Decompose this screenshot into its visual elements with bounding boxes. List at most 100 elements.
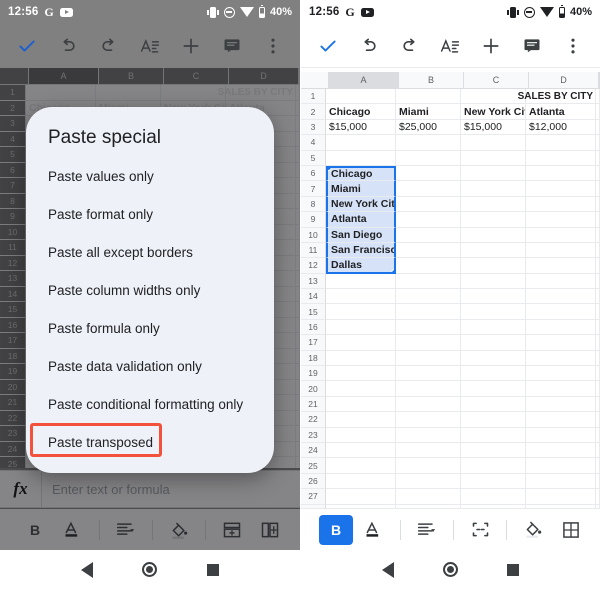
cell-E11[interactable] [596,243,600,258]
spreadsheet-grid[interactable]: ABCD1SALES BY CITY2ChicagoMiamiNew York … [301,72,600,508]
cell-A19[interactable] [326,366,396,381]
menu-item-paste-values-only[interactable]: Paste values only [26,157,274,195]
cell-C26[interactable] [461,474,526,489]
row-header-21[interactable]: 21 [301,397,326,412]
cell-C5[interactable] [461,151,526,166]
row-header-17[interactable]: 17 [301,335,326,350]
cell-D5[interactable] [526,151,596,166]
cell-C19[interactable] [461,366,526,381]
cell-A15[interactable] [326,304,396,319]
cell-E18[interactable] [596,351,600,366]
cell-B4[interactable] [396,135,461,150]
cell-B12[interactable] [396,258,461,273]
spreadsheet-row[interactable]: 17 [301,335,600,350]
spreadsheet-row[interactable]: 18 [301,351,600,366]
cell-D6[interactable] [526,166,596,181]
back-button[interactable] [81,562,93,578]
row-header-15[interactable]: 15 [301,304,326,319]
cell-D20[interactable] [526,381,596,396]
merge-cells-button[interactable] [463,515,497,545]
fill-color-button[interactable] [516,515,550,545]
cell-B19[interactable] [396,366,461,381]
cell-C12[interactable] [461,258,526,273]
home-button[interactable] [443,562,458,577]
cell-D26[interactable] [526,474,596,489]
cell-C6[interactable] [461,166,526,181]
cell-D2[interactable]: Atlanta [526,104,596,119]
cell-A4[interactable] [326,135,396,150]
cell-E19[interactable] [596,366,600,381]
cell-A16[interactable] [326,320,396,335]
cell-E22[interactable] [596,412,600,427]
row-header-22[interactable]: 22 [301,412,326,427]
cell-C13[interactable] [461,274,526,289]
spreadsheet-row[interactable]: 9Atlanta [301,212,600,227]
cell-C3[interactable]: $15,000 [461,120,526,135]
row-header-26[interactable]: 26 [301,474,326,489]
cell-E9[interactable] [596,212,600,227]
format-text-button[interactable] [137,33,163,59]
cell-D12[interactable] [526,258,596,273]
cell-B16[interactable] [396,320,461,335]
cell-B9[interactable] [396,212,461,227]
cell-A9[interactable]: Atlanta [326,212,396,227]
row-header-7[interactable]: 7 [301,181,326,196]
row-header-11[interactable]: 11 [301,243,326,258]
cell-E23[interactable] [596,428,600,443]
menu-item-paste-all-except-borders[interactable]: Paste all except borders [26,233,274,271]
row-header-13[interactable]: 13 [301,274,326,289]
row-header-20[interactable]: 20 [301,381,326,396]
recents-button[interactable] [207,564,219,576]
cell-A24[interactable] [326,443,396,458]
column-header-a[interactable]: A [329,72,399,89]
cell-B22[interactable] [396,412,461,427]
cell-E26[interactable] [596,474,600,489]
spreadsheet-row[interactable]: 8New York City [301,197,600,212]
cell-E14[interactable] [596,289,600,304]
cell-E25[interactable] [596,458,600,473]
spreadsheet-row[interactable]: 25 [301,458,600,473]
cell-E27[interactable] [596,489,600,504]
cell-C8[interactable] [461,197,526,212]
cell-D23[interactable] [526,428,596,443]
cell-A22[interactable] [326,412,396,427]
cell-C16[interactable] [461,320,526,335]
spreadsheet-row[interactable]: 26 [301,474,600,489]
cell-A25[interactable] [326,458,396,473]
cell-E7[interactable] [596,181,600,196]
cell-D1[interactable]: SALES BY CITY [526,89,596,104]
cell-A2[interactable]: Chicago [326,104,396,119]
format-toolbar[interactable]: B [301,508,600,550]
cell-B24[interactable] [396,443,461,458]
menu-item-paste-data-validation-only[interactable]: Paste data validation only [26,347,274,385]
spreadsheet-row[interactable]: 3$15,000$25,000$15,000$12,000 [301,120,600,135]
cell-D3[interactable]: $12,000 [526,120,596,135]
cell-C23[interactable] [461,428,526,443]
row-header-14[interactable]: 14 [301,289,326,304]
cell-D14[interactable] [526,289,596,304]
menu-item-paste-conditional-formatting-only[interactable]: Paste conditional formatting only [26,385,274,423]
comment-button[interactable] [219,33,245,59]
spreadsheet-row[interactable]: 5 [301,151,600,166]
spreadsheet-row[interactable]: 20 [301,381,600,396]
menu-item-paste-formula-only[interactable]: Paste formula only [26,309,274,347]
row-header-5[interactable]: 5 [301,151,326,166]
cell-E4[interactable] [596,135,600,150]
cell-A1[interactable] [326,89,396,104]
cell-C10[interactable] [461,228,526,243]
cell-E24[interactable] [596,443,600,458]
cell-B20[interactable] [396,381,461,396]
cell-B17[interactable] [396,335,461,350]
cell-A12[interactable]: Dallas [326,258,396,273]
cell-D11[interactable] [526,243,596,258]
text-color-button[interactable] [357,515,391,545]
cell-A13[interactable] [326,274,396,289]
cell-E6[interactable] [596,166,600,181]
cell-C17[interactable] [461,335,526,350]
cell-C7[interactable] [461,181,526,196]
cell-E5[interactable] [596,151,600,166]
redo-button[interactable] [397,33,423,59]
home-button[interactable] [142,562,157,577]
cell-C20[interactable] [461,381,526,396]
cell-E15[interactable] [596,304,600,319]
